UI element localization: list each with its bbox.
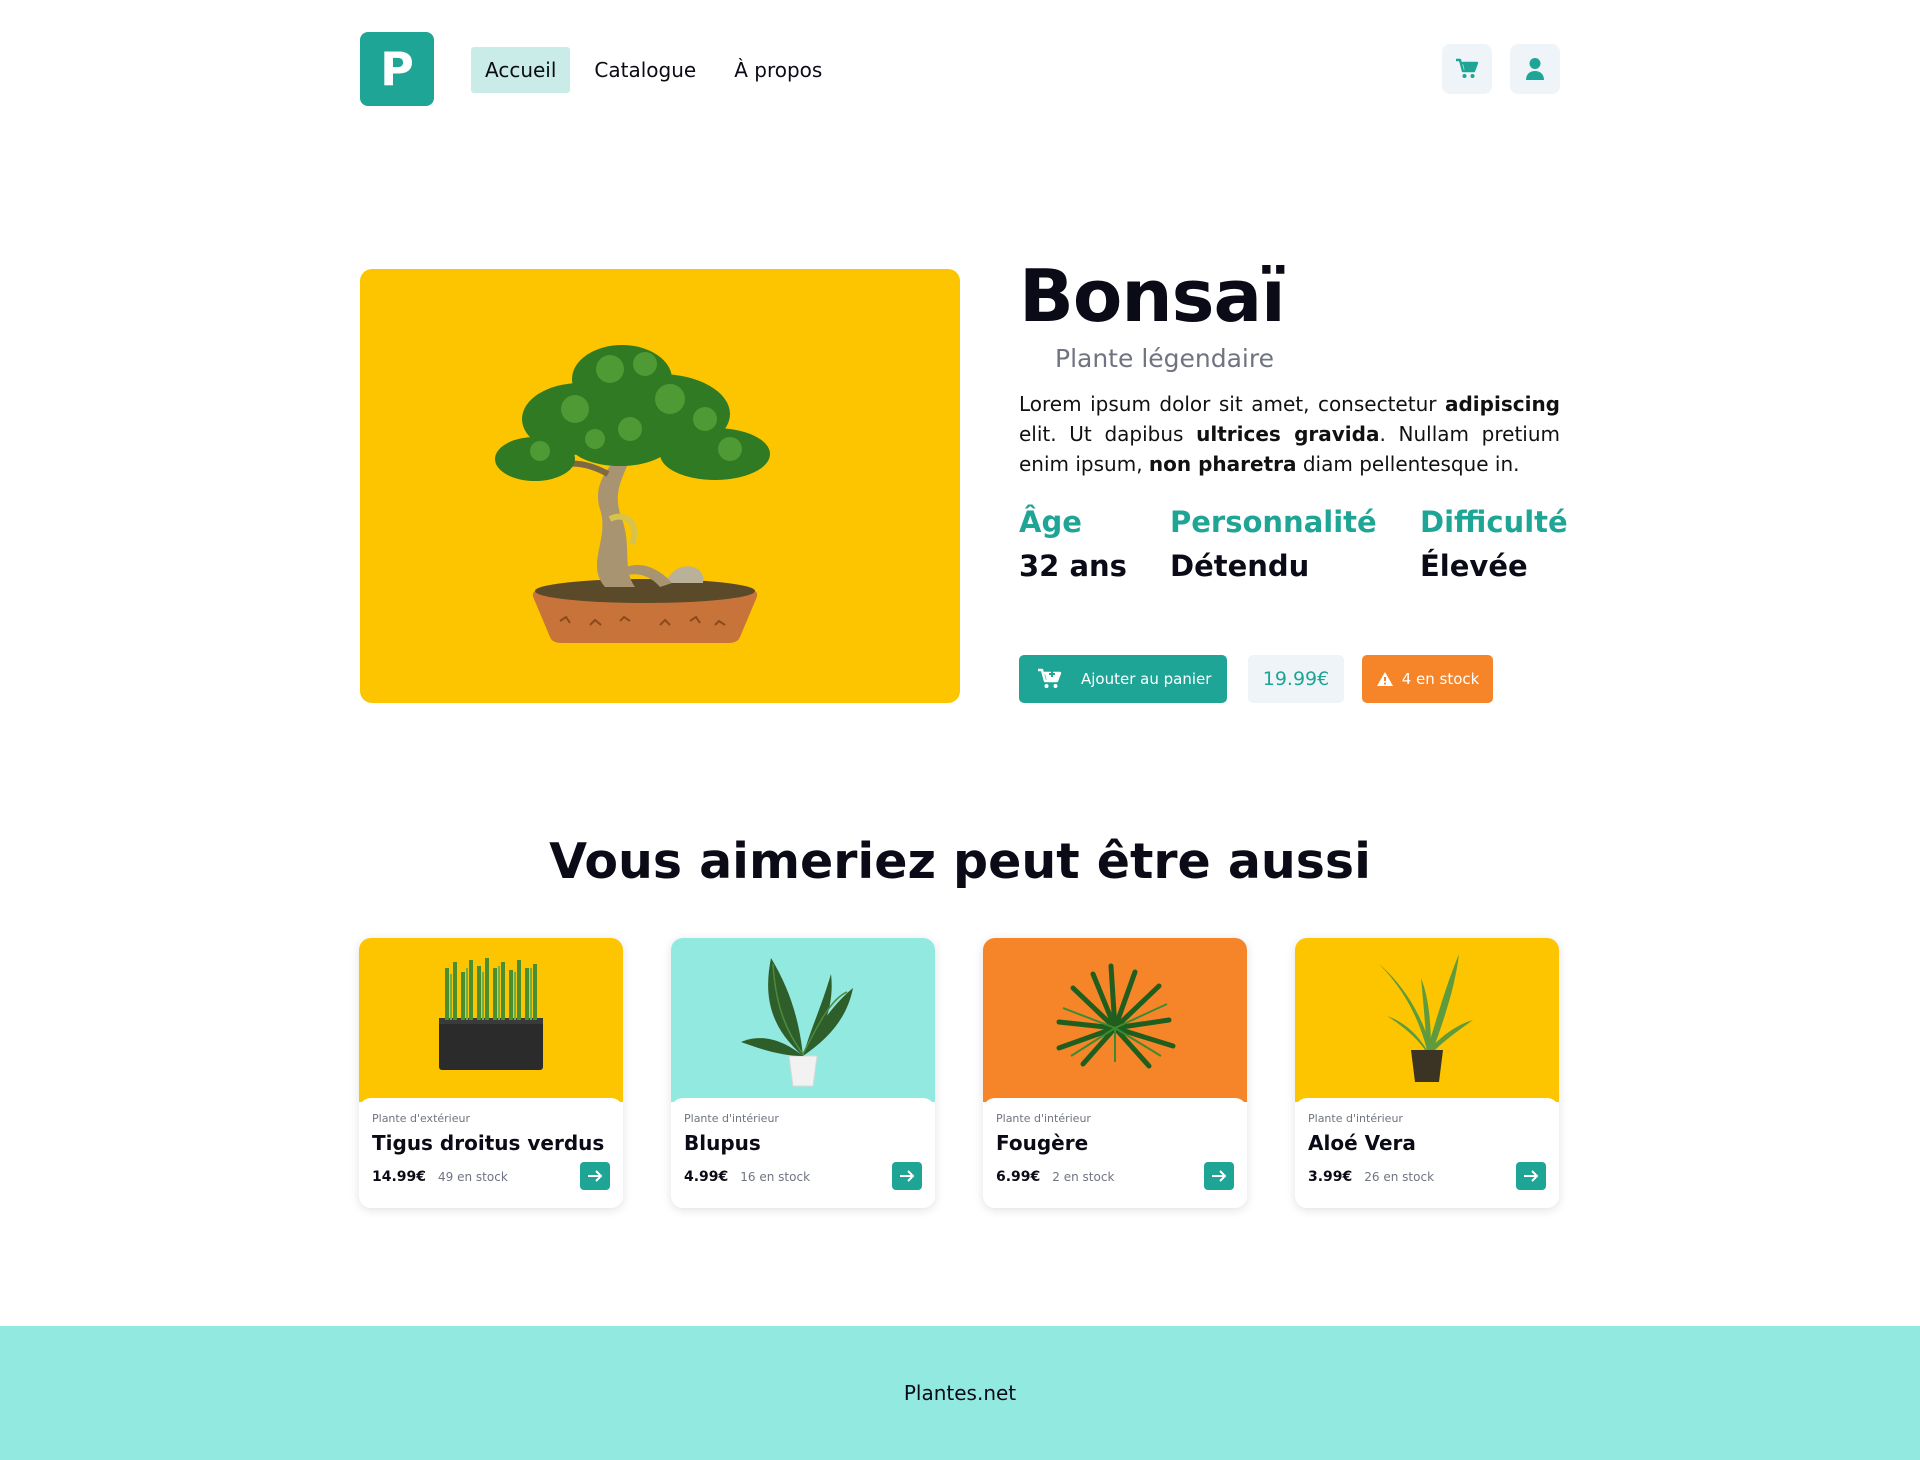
card-image [1295, 938, 1559, 1102]
card-image [671, 938, 935, 1102]
product-card[interactable]: Plante d'intérieur Aloé Vera 3.99€ 26 en… [1295, 938, 1559, 1208]
stat-difficulte: Difficulté Élevée [1420, 505, 1568, 583]
card-name: Blupus [684, 1131, 761, 1155]
card-open-button[interactable] [580, 1162, 610, 1190]
card-open-button[interactable] [892, 1162, 922, 1190]
card-body: Plante d'intérieur Aloé Vera 3.99€ 26 en… [1295, 1098, 1559, 1208]
grass-planter-illustration [439, 958, 543, 1070]
card-price: 6.99€ [996, 1169, 1041, 1185]
leafy-pot-illustration [741, 958, 853, 1087]
stock-badge: 4 en stock [1362, 655, 1493, 703]
product-description: Lorem ipsum dolor sit amet, consectetur … [1019, 392, 1560, 476]
stat-value: Élevée [1420, 549, 1528, 583]
nav-item-accueil[interactable]: Accueil [471, 47, 571, 93]
nav-item-a-propos[interactable]: À propos [720, 47, 836, 93]
product-card[interactable]: Plante d'extérieur Tigus droitus verdus … [359, 938, 623, 1208]
fern-illustration [1056, 963, 1176, 1069]
card-category: Plante d'extérieur [372, 1112, 470, 1125]
product-card[interactable]: Plante d'intérieur Fougère 6.99€ 2 en st… [983, 938, 1247, 1208]
nav-item-catalogue[interactable]: Catalogue [580, 47, 710, 93]
card-stock: 49 en stock [438, 1170, 508, 1184]
arrow-right-icon [900, 1170, 915, 1182]
card-price: 3.99€ [1308, 1169, 1353, 1185]
stat-personnalite: Personnalité Détendu [1170, 505, 1377, 583]
card-body: Plante d'intérieur Fougère 6.99€ 2 en st… [983, 1098, 1247, 1208]
product-actions: Ajouter au panier 19.99€ 4 en stock [1019, 655, 1560, 703]
card-image [359, 938, 623, 1102]
card-footer: 14.99€ 49 en stock [372, 1162, 610, 1192]
card-price: 14.99€ [372, 1169, 427, 1185]
user-icon [1526, 58, 1544, 80]
product-image [360, 269, 960, 703]
card-footer: 3.99€ 26 en stock [1308, 1162, 1546, 1192]
card-category: Plante d'intérieur [1308, 1112, 1403, 1125]
bonsai-illustration [495, 345, 770, 643]
card-name: Fougère [996, 1131, 1089, 1155]
account-button[interactable] [1510, 44, 1560, 94]
add-to-cart-label: Ajouter au panier [1081, 670, 1212, 688]
stat-label: Personnalité [1170, 505, 1377, 539]
site-footer: Plantes.net [0, 1326, 1920, 1460]
product-stats: Âge 32 ans Personnalité Détendu Difficul… [1019, 505, 1568, 595]
card-stock: 16 en stock [740, 1170, 811, 1184]
card-category: Plante d'intérieur [996, 1112, 1091, 1125]
stat-label: Difficulté [1420, 505, 1568, 539]
warning-icon [1376, 672, 1393, 686]
card-footer: 6.99€ 2 en stock [996, 1162, 1234, 1192]
card-name: Aloé Vera [1308, 1131, 1416, 1155]
site-header: P Accueil Catalogue À propos [360, 32, 1560, 106]
stat-value: Détendu [1170, 549, 1310, 583]
footer-brand[interactable]: Plantes.net [904, 1381, 1016, 1405]
cart-plus-icon [1038, 668, 1062, 688]
card-category: Plante d'intérieur [684, 1112, 779, 1125]
arrow-right-icon [588, 1170, 603, 1182]
section-title: Vous aimeriez peut être aussi [549, 833, 1371, 890]
add-to-cart-button[interactable]: Ajouter au panier [1019, 655, 1227, 703]
product-card[interactable]: Plante d'intérieur Blupus 4.99€ 16 en st… [671, 938, 935, 1208]
cart-button[interactable] [1442, 44, 1492, 94]
cart-icon [1456, 58, 1479, 78]
card-open-button[interactable] [1516, 1162, 1546, 1190]
aloe-illustration [1379, 954, 1473, 1082]
arrow-right-icon [1212, 1170, 1227, 1182]
card-open-button[interactable] [1204, 1162, 1234, 1190]
card-stock: 26 en stock [1364, 1170, 1435, 1184]
logo[interactable]: P [360, 32, 434, 106]
stat-label: Âge [1019, 505, 1082, 539]
price-badge: 19.99€ [1248, 655, 1344, 703]
card-body: Plante d'intérieur Blupus 4.99€ 16 en st… [671, 1098, 935, 1208]
product-info: Bonsaï Plante légendaire Lorem ipsum dol… [1019, 254, 1568, 703]
main-nav: Accueil Catalogue À propos [471, 47, 836, 93]
card-body: Plante d'extérieur Tigus droitus verdus … [359, 1098, 623, 1208]
card-name: Tigus droitus verdus [372, 1131, 605, 1155]
card-price: 4.99€ [684, 1169, 729, 1185]
card-stock: 2 en stock [1052, 1170, 1115, 1184]
arrow-right-icon [1524, 1170, 1539, 1182]
stat-age: Âge 32 ans [1019, 505, 1127, 583]
product-title: Bonsaï [1019, 254, 1286, 338]
stock-label: 4 en stock [1401, 670, 1480, 688]
card-footer: 4.99€ 16 en stock [684, 1162, 922, 1192]
stat-value: 32 ans [1019, 549, 1127, 583]
card-image [983, 938, 1247, 1102]
product-subtitle: Plante légendaire [1055, 344, 1274, 373]
